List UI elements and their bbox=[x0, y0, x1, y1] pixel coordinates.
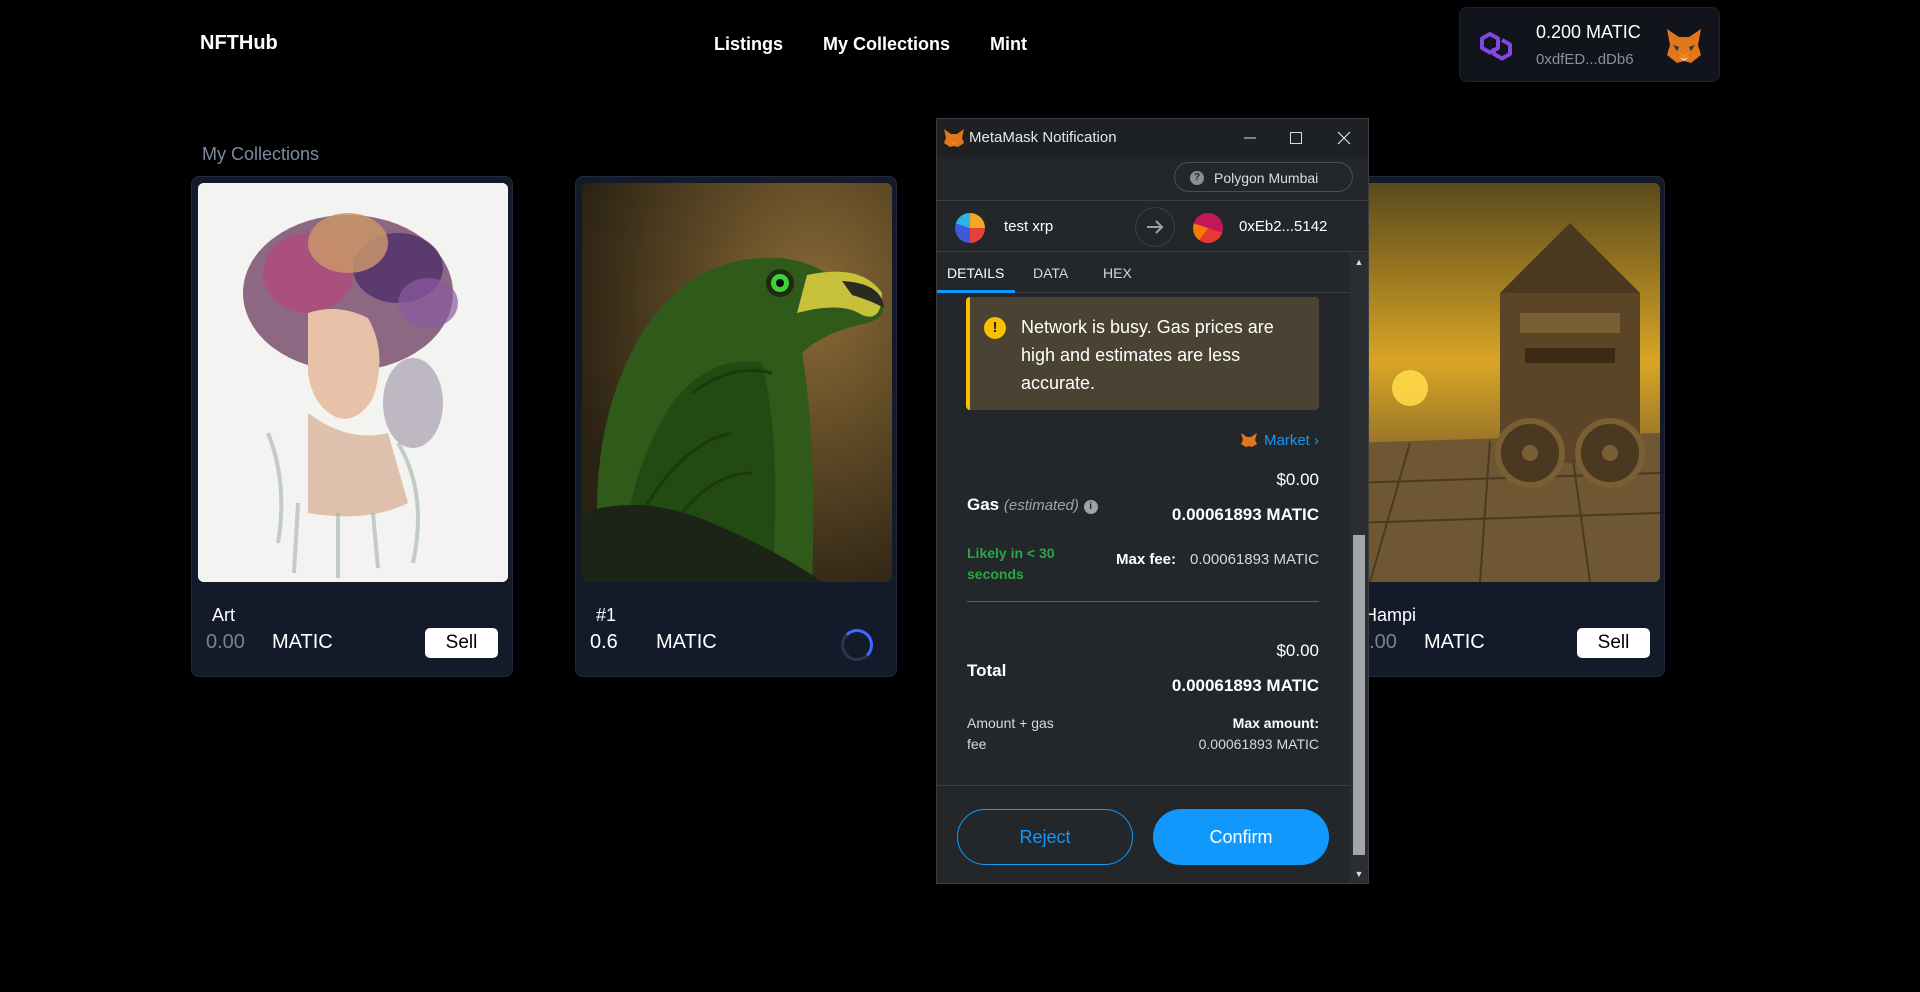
gas-label: Gas (estimated) i bbox=[967, 495, 1098, 515]
scroll-down-icon[interactable]: ▼ bbox=[1350, 865, 1368, 883]
sell-button[interactable]: Sell bbox=[1577, 628, 1650, 658]
gas-time-estimate: Likely in < 30 seconds bbox=[967, 545, 1055, 582]
transaction-tabs: DETAILS DATA HEX bbox=[937, 253, 1349, 293]
info-icon[interactable]: i bbox=[1083, 500, 1098, 514]
nft-card-art[interactable]: Art 0.00 MATIC Sell bbox=[191, 176, 513, 677]
nft-price: 0.6 bbox=[590, 631, 618, 653]
nft-image-hampi bbox=[1350, 183, 1660, 582]
metamask-notification-window[interactable]: MetaMask Notification ? Polygon Mumbai t… bbox=[936, 118, 1369, 884]
section-title: My Collections bbox=[202, 144, 320, 164]
max-amount: Max amount: 0.00061893 MATIC bbox=[1199, 713, 1319, 755]
window-title: MetaMask Notification bbox=[969, 129, 1117, 146]
warning-text: Network is busy. Gas prices are high and… bbox=[1021, 317, 1274, 393]
nav-my-collections[interactable]: My Collections bbox=[823, 34, 950, 55]
to-account-avatar bbox=[1193, 213, 1223, 243]
from-account-name[interactable]: test xrp bbox=[1004, 218, 1053, 235]
nav-mint[interactable]: Mint bbox=[990, 34, 1027, 55]
scrollbar-thumb[interactable] bbox=[1353, 535, 1365, 855]
warning-icon: ! bbox=[984, 317, 1006, 339]
loading-spinner-icon bbox=[841, 629, 873, 661]
nft-name: #1 bbox=[596, 605, 617, 625]
total-usd: $0.00 bbox=[1276, 641, 1319, 660]
nfthub-page: NFTHub Listings My Collections Mint 0.20… bbox=[0, 0, 1920, 992]
tab-data[interactable]: DATA bbox=[1033, 265, 1068, 281]
reject-button[interactable]: Reject bbox=[957, 809, 1133, 865]
account-transfer-row: test xrp 0xEb2...5142 bbox=[937, 200, 1368, 252]
total-matic: 0.00061893 MATIC bbox=[1171, 676, 1319, 695]
metamask-fox-icon bbox=[1667, 29, 1701, 63]
arrow-right-icon bbox=[1135, 207, 1175, 247]
confirm-button[interactable]: Confirm bbox=[1153, 809, 1329, 865]
max-fee: Max fee: 0.00061893 MATIC bbox=[1116, 551, 1319, 568]
amount-gas-fee-label: Amount + gas fee bbox=[967, 715, 1054, 752]
chevron-right-icon: › bbox=[1314, 432, 1319, 449]
metamask-fox-icon bbox=[1240, 433, 1257, 447]
sell-button[interactable]: Sell bbox=[425, 628, 498, 658]
gas-fee-usd: $0.00 bbox=[1276, 470, 1319, 489]
close-icon[interactable] bbox=[1321, 119, 1367, 157]
nft-name: Art bbox=[212, 605, 236, 625]
tab-details[interactable]: DETAILS bbox=[947, 265, 1004, 281]
market-label: Market bbox=[1263, 432, 1310, 449]
nft-currency: MATIC bbox=[272, 631, 333, 653]
nft-name: Hampi bbox=[1364, 605, 1417, 625]
nav-listings[interactable]: Listings bbox=[714, 34, 783, 55]
minimize-icon[interactable] bbox=[1227, 119, 1273, 157]
nft-card-hampi[interactable]: Hampi 0.00 MATIC Sell bbox=[1343, 176, 1665, 677]
action-footer: Reject Confirm bbox=[937, 785, 1349, 883]
gas-title: Gas bbox=[967, 495, 1000, 514]
nft-currency: MATIC bbox=[656, 631, 717, 653]
active-tab-indicator bbox=[937, 290, 1015, 293]
brand-logo[interactable]: NFTHub bbox=[200, 32, 278, 55]
max-fee-label: Max fee: bbox=[1116, 551, 1177, 568]
network-busy-warning: ! Network is busy. Gas prices are high a… bbox=[966, 297, 1319, 410]
nft-image-art bbox=[198, 183, 508, 582]
nft-image-eagle bbox=[582, 183, 892, 582]
maximize-icon[interactable] bbox=[1273, 119, 1319, 157]
wallet-widget[interactable]: 0.200 MATIC 0xdfED...dDb6 bbox=[1459, 7, 1720, 82]
gas-estimated: (estimated) bbox=[1003, 497, 1079, 514]
total-label: Total bbox=[967, 661, 1007, 680]
polygon-icon bbox=[1480, 32, 1512, 61]
from-account-avatar bbox=[955, 213, 985, 243]
network-name: Polygon Mumbai bbox=[1214, 170, 1319, 186]
metamask-fox-icon bbox=[944, 129, 964, 147]
to-account-address[interactable]: 0xEb2...5142 bbox=[1239, 218, 1327, 235]
divider bbox=[967, 601, 1319, 602]
details-panel: ! Network is busy. Gas prices are high a… bbox=[937, 295, 1349, 785]
nft-currency: MATIC bbox=[1424, 631, 1485, 653]
nft-card-eagle[interactable]: #1 0.6 MATIC bbox=[575, 176, 897, 677]
scrollbar[interactable]: ▲ ▼ bbox=[1350, 253, 1368, 883]
tab-hex[interactable]: HEX bbox=[1103, 265, 1132, 281]
gas-market-button[interactable]: Market › bbox=[1240, 432, 1319, 449]
scroll-up-icon[interactable]: ▲ bbox=[1350, 253, 1368, 271]
question-icon: ? bbox=[1190, 171, 1204, 185]
max-amount-value: 0.00061893 MATIC bbox=[1198, 736, 1319, 752]
wallet-address: 0xdfED...dDb6 bbox=[1536, 51, 1634, 68]
window-titlebar[interactable]: MetaMask Notification bbox=[937, 119, 1368, 157]
max-amount-label: Max amount: bbox=[1232, 715, 1319, 731]
wallet-balance: 0.200 MATIC bbox=[1536, 22, 1641, 42]
nft-price: 0.00 bbox=[206, 631, 245, 653]
network-selector[interactable]: ? Polygon Mumbai bbox=[1174, 162, 1353, 192]
gas-fee-matic: 0.00061893 MATIC bbox=[1171, 505, 1319, 524]
max-fee-value: 0.00061893 MATIC bbox=[1190, 551, 1319, 568]
main-nav: Listings My Collections Mint bbox=[714, 34, 1027, 55]
